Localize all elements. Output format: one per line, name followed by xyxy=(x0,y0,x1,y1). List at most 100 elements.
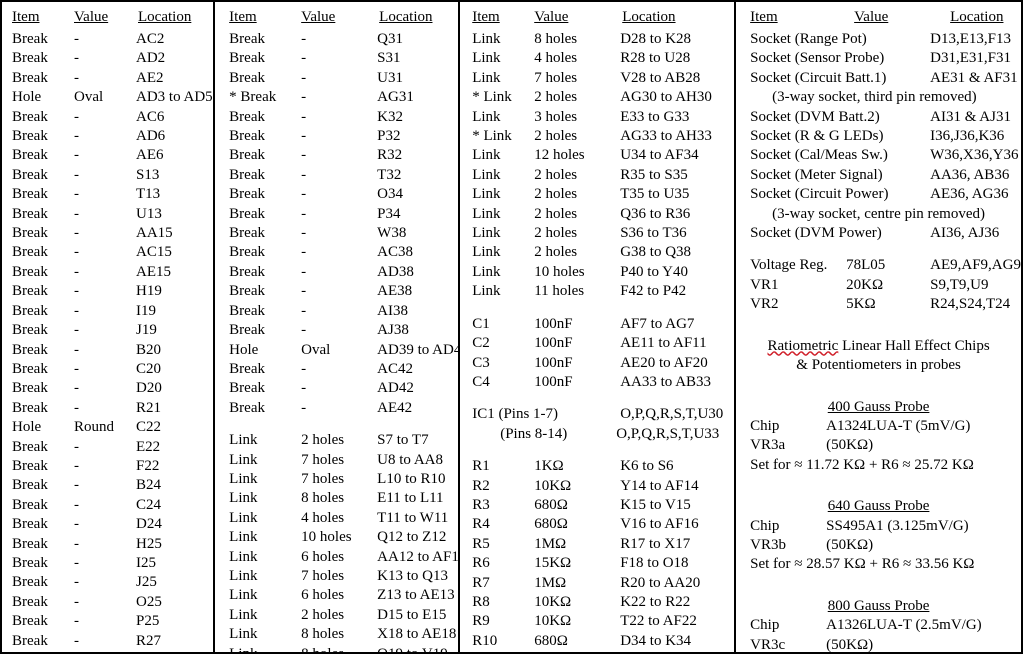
table-row: R7 1MΩ R20 to AA20 xyxy=(460,574,734,593)
cell-value: 2 holes xyxy=(301,432,345,449)
header-value: Value xyxy=(74,9,109,25)
cell-item: Break xyxy=(12,283,48,300)
flagged-word: Ratiometric xyxy=(767,337,839,354)
cell-item: Link xyxy=(472,69,501,86)
cell-location: D31,E31,F31 xyxy=(930,50,1011,67)
table-row: Break-AE29 xyxy=(2,651,213,652)
table-row: Link 3 holes E33 to G33 xyxy=(460,108,734,127)
cell-value: - xyxy=(74,244,79,261)
cell-location: AE2 xyxy=(136,69,164,86)
cell-location: J25 xyxy=(136,574,157,591)
cell-location: U31 xyxy=(377,69,404,86)
cell-value: Round xyxy=(74,419,115,436)
cell-value: 1MΩ xyxy=(534,574,567,591)
cell-item: Link xyxy=(229,529,258,546)
probe-set-for: Set for ≈ 11.72 KΩ + R6 ≈ 25.72 KΩ xyxy=(750,456,974,473)
table-row: Break - AA15 xyxy=(2,224,213,243)
cell-value: - xyxy=(301,380,307,397)
cell-value: - xyxy=(301,69,307,86)
component-placement-table: Item Value Location Break - AC2 Break - AD2 Br… xyxy=(0,0,1023,654)
probe-chip-value: A1324LUA-T (5mV/G) xyxy=(826,417,971,434)
cell-item: R1 xyxy=(472,458,490,475)
cell-item: Break xyxy=(229,302,265,319)
cell-location: V28 to AB28 xyxy=(620,69,701,86)
cell-item: Break xyxy=(12,496,48,513)
table-row: Link 8 holes D28 to K28 xyxy=(460,30,734,49)
row-gap xyxy=(460,302,734,315)
cell-item: Break xyxy=(229,244,265,261)
column-4-rows: Socket (Range Pot) D13,E13,F13 Socket (Sen… xyxy=(736,30,1021,315)
cell-value: Oval xyxy=(301,341,331,358)
table-row: Break - T32 xyxy=(215,166,458,185)
table-row: R4 680Ω V16 to AF16 xyxy=(460,515,734,534)
probe-gap xyxy=(736,475,1021,497)
cell-item: Link xyxy=(472,147,501,164)
table-row: Link 6 holes AA12 to AF12 xyxy=(215,548,458,567)
cell-item: C3 xyxy=(472,354,490,371)
cell-item: R7 xyxy=(472,574,490,591)
cell-value: - xyxy=(74,166,79,183)
cell-item: * Link xyxy=(472,128,512,145)
table-row: * Link 2 holes AG30 to AH30 xyxy=(460,88,734,107)
cell-item: Break xyxy=(12,108,48,125)
table-row: Break - AE2 xyxy=(2,69,213,88)
probe-title-text: 640 Gauss Probe xyxy=(827,498,930,515)
probe-title: 800 Gauss Probe xyxy=(736,597,1021,616)
column-1-rows: Break - AC2 Break - AD2 Break - AE2 Hole Oval AD3 t… xyxy=(2,30,213,652)
probe-chip-value: A1326LUA-T (2.5mV/G) xyxy=(826,617,982,634)
cell-location: D15 to E15 xyxy=(377,606,447,623)
cell-value: - xyxy=(301,205,307,222)
cell-location: AD6 xyxy=(136,128,166,145)
cell-item: Socket (Cal/Meas Sw.) xyxy=(750,147,888,164)
cell-location: C22 xyxy=(136,419,162,436)
table-row: Socket (Sensor Probe) D31,E31,F31 xyxy=(736,49,1021,68)
cell-item: Break xyxy=(12,593,48,610)
probe-row: VR3c (50KΩ) xyxy=(736,636,1021,652)
cell-location: O25 xyxy=(136,593,162,610)
cell-value: - xyxy=(74,322,79,339)
table-row: C4 100nF AA33 to AB33 xyxy=(460,373,734,392)
header-location: Location xyxy=(950,9,1004,25)
table-row: Hole Oval AD39 to AD41 xyxy=(215,341,458,360)
table-row: VR2 5KΩ R24,S24,T24 xyxy=(736,295,1021,314)
table-row: Break - J25 xyxy=(2,573,213,592)
cell-value: - xyxy=(74,516,79,533)
cell-item: Link xyxy=(229,509,258,526)
cell-item: R4 xyxy=(472,516,490,533)
cell-item: * Break xyxy=(229,89,277,106)
cell-location: AE20 to AF20 xyxy=(620,354,708,371)
cell-location: AE38 xyxy=(377,283,413,300)
cell-item: Break xyxy=(12,360,48,377)
cell-location: K22 to R22 xyxy=(620,593,691,610)
cell-item: Break xyxy=(12,322,48,339)
cell-value: 10 holes xyxy=(534,263,585,280)
cell-item: VR1 xyxy=(750,276,779,293)
cell-location: S31 xyxy=(377,50,401,67)
table-row: Link 10 holes P40 to Y40 xyxy=(460,263,734,282)
table-row: Break - AE42 xyxy=(215,399,458,418)
section-title-rest: Linear Hall Effect Chips xyxy=(838,337,990,354)
cell-item: Socket (DVM Batt.2) xyxy=(750,108,880,125)
table-column-4: Item Value Location Socket (Range Pot) D1… xyxy=(734,2,1021,652)
cell-location: R35 to S35 xyxy=(620,166,688,183)
cell-item: Link xyxy=(472,31,501,47)
cell-item: Hole xyxy=(229,341,259,358)
table-row: Break - AE6 xyxy=(2,146,213,165)
cell-location: Q36 to R36 xyxy=(620,205,691,222)
cell-value: - xyxy=(74,535,79,552)
table-row: R6 15KΩ F18 to O18 xyxy=(460,554,734,573)
column-2-rows: Break - Q31 Break - S31 Break - U31 * Break - AG31 B… xyxy=(215,30,458,652)
cell-item: Break xyxy=(2,651,74,652)
table-row: Link 6 holes Z13 to AE13 xyxy=(215,586,458,605)
table-row: Break - AD2 xyxy=(2,49,213,68)
header-location: Location xyxy=(622,9,676,25)
cell-item: Link xyxy=(472,205,501,222)
row-gap xyxy=(460,651,734,652)
table-row: Break - AD38 xyxy=(215,263,458,282)
cell-value: - xyxy=(74,457,79,474)
cell-location: AE31 & AF31 xyxy=(930,69,1018,86)
cell-value: - xyxy=(74,613,79,630)
header-value: Value xyxy=(534,9,569,25)
cell-value: 7 holes xyxy=(301,470,345,487)
cell-value: - xyxy=(74,128,79,145)
